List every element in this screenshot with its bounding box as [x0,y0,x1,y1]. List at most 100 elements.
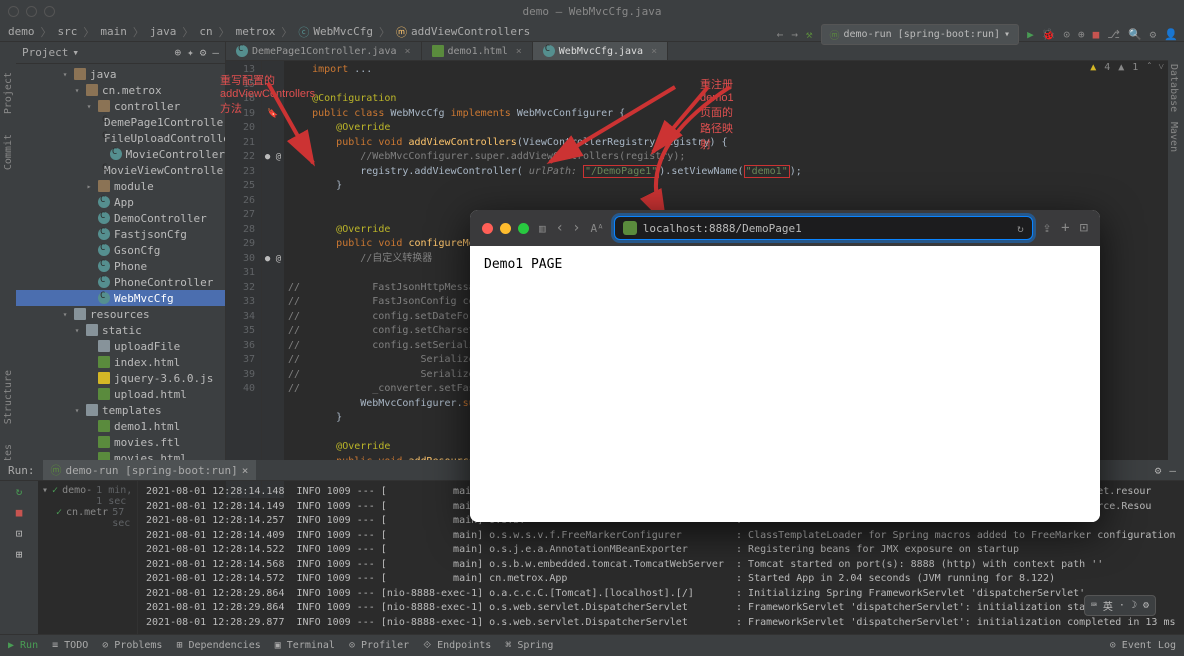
project-tab[interactable]: Project [3,72,14,114]
search-icon[interactable]: 🔍 [1128,28,1142,41]
zoom-window[interactable] [44,6,55,17]
close-window[interactable] [8,6,19,17]
collapse-icon[interactable]: ⊕ [175,46,182,59]
url-bar[interactable]: localhost:8888/DemoPage1 ↻ [614,216,1033,240]
tree-item[interactable]: ▸module [16,178,225,194]
crumb[interactable]: src [58,25,78,38]
tree-item[interactable]: DemoController [16,210,225,226]
tree-item[interactable]: GsonCfg [16,242,225,258]
layout-icon[interactable]: ⊞ [16,548,23,561]
run-config-select[interactable]: ⓜ demo-run [spring-boot:run] ▾ [821,24,1020,45]
titlebar: demo – WebMvcCfg.java [0,0,1184,22]
tree-item[interactable]: MovieController [16,146,225,162]
tree-item[interactable]: movies.html [16,450,225,460]
run-config-label: demo-run [spring-boot:run] [844,29,1001,40]
crumb[interactable]: main [100,25,127,38]
event-log[interactable]: ⊙ Event Log [1110,640,1176,651]
panel-hide-icon[interactable]: — [1169,464,1176,477]
status-profiler[interactable]: ⊙ Profiler [349,640,409,651]
tree-item[interactable]: FastjsonCfg [16,226,225,242]
editor-tab[interactable]: demo1.html× [422,42,533,60]
tabs-icon[interactable]: ⊡ [1080,220,1088,236]
moon-icon[interactable]: ☽ [1131,600,1137,611]
new-tab-icon[interactable]: + [1061,220,1069,236]
crumb[interactable]: addViewControllers [411,25,530,38]
tree-item[interactable]: uploadFile [16,338,225,354]
minimize-window[interactable] [26,6,37,17]
tree-item[interactable]: index.html [16,354,225,370]
status-todo[interactable]: ≡ TODO [52,640,88,651]
minimize-icon[interactable] [500,223,511,234]
tree-item[interactable]: ▾resources [16,306,225,322]
run-icon[interactable]: ▶ [1027,28,1034,41]
tree-item[interactable]: DemePage1Controller [16,114,225,130]
debug-icon[interactable]: 🐞 [1042,28,1056,41]
tree-item[interactable]: MovieViewController [16,162,225,178]
main-toolbar: ← → ⚒ ⓜ demo-run [spring-boot:run] ▾ ▶ 🐞… [777,24,1178,45]
crumb[interactable]: demo [8,25,35,38]
tree-item[interactable]: demo1.html [16,418,225,434]
settings-icon[interactable]: ⚙ [1150,28,1157,41]
tree-item[interactable]: ▾java [16,66,225,82]
ime-indicator[interactable]: ⌨英 ·☽ ⚙ [1084,595,1156,616]
gear-icon[interactable]: ⚙ [1143,600,1149,611]
forward-icon[interactable]: › [572,220,580,236]
settings-icon[interactable]: ⚙ [200,46,207,59]
close-icon[interactable] [482,223,493,234]
run-tab[interactable]: ⓜ demo-run [spring-boot:run] × [43,460,257,480]
back-icon[interactable]: ‹ [556,220,564,236]
share-icon[interactable]: ⇪ [1043,220,1051,236]
stop-icon[interactable]: ■ [1093,28,1100,41]
status-run[interactable]: ▶ Run [8,640,38,651]
tree-item[interactable]: ▾cn.metrox [16,82,225,98]
locate-icon[interactable]: ✦ [187,46,194,59]
rerun-icon[interactable]: ↻ [16,485,23,498]
crumb[interactable]: metrox [236,25,276,38]
sidebar-icon[interactable]: ▥ [539,222,546,235]
gutter-icons: 🔖● @● @● @ [262,61,284,498]
tree-item[interactable]: movies.ftl [16,434,225,450]
text-size-icon[interactable]: Aᴬ [591,222,604,235]
tree-item[interactable]: ▾templates [16,402,225,418]
status-spring[interactable]: ⌘ Spring [505,640,553,651]
editor-tab[interactable]: WebMvcCfg.java× [533,42,668,60]
tree-item[interactable]: WebMvcCfg [16,290,225,306]
tree-item[interactable]: ▾controller [16,98,225,114]
browser-window: ▥ ‹ › Aᴬ localhost:8888/DemoPage1 ↻ ⇪ + … [470,210,1100,522]
run-toolbar: ↻ ■ ⊡ ⊞ [0,481,38,634]
tree-item[interactable]: upload.html [16,386,225,402]
database-tab[interactable]: Database [1168,64,1179,112]
tree-item[interactable]: jquery-3.6.0.js [16,370,225,386]
vcs-icon[interactable]: ⎇ [1107,28,1120,41]
structure-tab[interactable]: Structure [3,370,14,424]
commit-tab[interactable]: Commit [3,134,14,170]
panel-title: Project [22,46,68,59]
tree-item[interactable]: App [16,194,225,210]
inspection-badges[interactable]: ▲4 ▲1 ˆ ˅ [1090,62,1164,73]
editor-tab[interactable]: DemePage1Controller.java× [226,42,422,60]
reload-icon[interactable]: ↻ [1017,222,1024,235]
status-terminal[interactable]: ▣ Terminal [275,640,335,651]
crumb[interactable]: java [150,25,177,38]
forward-icon[interactable]: → [791,28,798,41]
crumb[interactable]: WebMvcCfg [313,25,373,38]
tree-item[interactable]: ▾static [16,322,225,338]
avatar-icon[interactable]: 👤 [1164,28,1178,41]
hide-icon[interactable]: — [212,46,219,59]
maven-tab[interactable]: Maven [1168,122,1179,152]
tree-item[interactable]: Phone [16,258,225,274]
status-deps[interactable]: ⊞ Dependencies [176,640,260,651]
crumb[interactable]: cn [199,25,212,38]
exit-icon[interactable]: ⊡ [16,527,23,540]
tree-item[interactable]: PhoneController [16,274,225,290]
zoom-icon[interactable] [518,223,529,234]
build-icon[interactable]: ⚒ [806,28,813,41]
profiler-icon[interactable]: ⊕ [1078,28,1085,41]
coverage-icon[interactable]: ⊙ [1063,28,1070,41]
stop-icon[interactable]: ■ [16,506,23,519]
back-icon[interactable]: ← [777,28,784,41]
status-endpoints[interactable]: ⟐ Endpoints [423,640,491,651]
panel-settings-icon[interactable]: ⚙ [1155,464,1162,477]
status-problems[interactable]: ⊘ Problems [102,640,162,651]
tree-item[interactable]: FileUploadController [16,130,225,146]
